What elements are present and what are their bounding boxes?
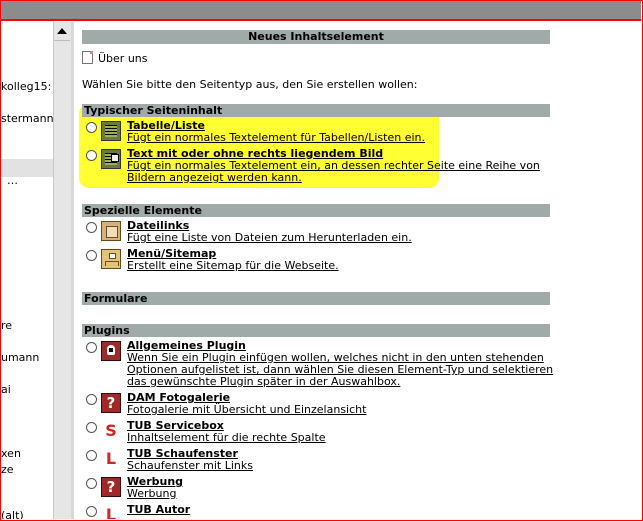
- option-description[interactable]: Fügt eine Liste von Dateien zum Herunter…: [127, 232, 557, 244]
- content-panel: Neues Inhaltselement Über uns Wählen Sie…: [74, 22, 641, 519]
- radio-button[interactable]: [86, 506, 97, 517]
- option-description[interactable]: Wenn Sie ein Plugin einfügen wollen, wel…: [127, 352, 557, 388]
- tree-item[interactable]: umann: [1, 351, 39, 364]
- radio-button[interactable]: [86, 342, 97, 353]
- scroll-up-button[interactable]: [54, 22, 70, 41]
- option-description[interactable]: Schaufenster mit Links: [127, 460, 557, 472]
- intro-text: Wählen Sie bitte den Seitentyp aus, den …: [82, 78, 418, 91]
- radio-button[interactable]: [86, 250, 97, 261]
- tree-item[interactable]: …: [7, 174, 18, 187]
- tree-item[interactable]: re: [1, 319, 12, 332]
- section-plugins: Plugins: [82, 324, 550, 337]
- top-bar: [1, 1, 641, 21]
- option-description[interactable]: Fotogalerie mit Übersicht und Einzelansi…: [127, 404, 557, 416]
- option-description[interactable]: Inhaltselement für die rechte Spalte: [127, 432, 557, 444]
- section-forms: Formulare: [82, 292, 550, 305]
- letter-l-icon[interactable]: L: [101, 505, 121, 519]
- option-label[interactable]: TUB Autor: [127, 504, 557, 516]
- section-special-elements: Spezielle Elemente: [82, 204, 550, 217]
- question-mark-icon[interactable]: ?: [101, 393, 121, 413]
- file-links-icon[interactable]: [101, 221, 121, 241]
- text-image-icon[interactable]: [101, 149, 121, 169]
- sitemap-icon[interactable]: [101, 249, 121, 269]
- option-description[interactable]: Fügt ein normales Textelement für Tabell…: [127, 132, 557, 144]
- radio-button[interactable]: [86, 478, 97, 489]
- option-description[interactable]: Werbung: [127, 488, 557, 500]
- letter-s-icon[interactable]: S: [101, 421, 121, 441]
- tree-item[interactable]: stermann: [1, 112, 53, 125]
- letter-l-icon[interactable]: L: [101, 449, 121, 469]
- radio-button[interactable]: [86, 450, 97, 461]
- tree-item[interactable]: ai: [1, 383, 11, 396]
- option-description[interactable]: Fügt ein normales Textelement ein, an de…: [127, 160, 557, 184]
- radio-button[interactable]: [86, 122, 97, 133]
- radio-button[interactable]: [86, 150, 97, 161]
- section-typical-content: Typischer Seiteninhalt: [82, 104, 550, 117]
- radio-button[interactable]: [86, 422, 97, 433]
- question-mark-icon[interactable]: ?: [101, 477, 121, 497]
- radio-button[interactable]: [86, 394, 97, 405]
- option-label[interactable]: Werbung: [127, 476, 557, 488]
- vertical-scrollbar[interactable]: [53, 22, 71, 519]
- tree-item[interactable]: xen: [1, 447, 21, 460]
- page-tree-panel: kolleg15: stermann … re umann ai xen ze …: [1, 22, 53, 519]
- arrow-up-icon: [57, 28, 67, 34]
- plugin-icon[interactable]: [101, 341, 121, 361]
- table-icon[interactable]: [101, 121, 121, 141]
- tree-item[interactable]: (alt): [1, 509, 24, 519]
- breadcrumb-label: Über uns: [98, 52, 148, 65]
- tree-item[interactable]: ze: [1, 463, 14, 476]
- breadcrumb: Über uns: [82, 51, 148, 65]
- page-title: Neues Inhaltselement: [82, 30, 550, 44]
- page-icon: [82, 51, 93, 64]
- option-description[interactable]: Erstellt eine Sitemap für die Webseite.: [127, 260, 557, 272]
- tree-item[interactable]: kolleg15:: [1, 80, 51, 93]
- radio-button[interactable]: [86, 222, 97, 233]
